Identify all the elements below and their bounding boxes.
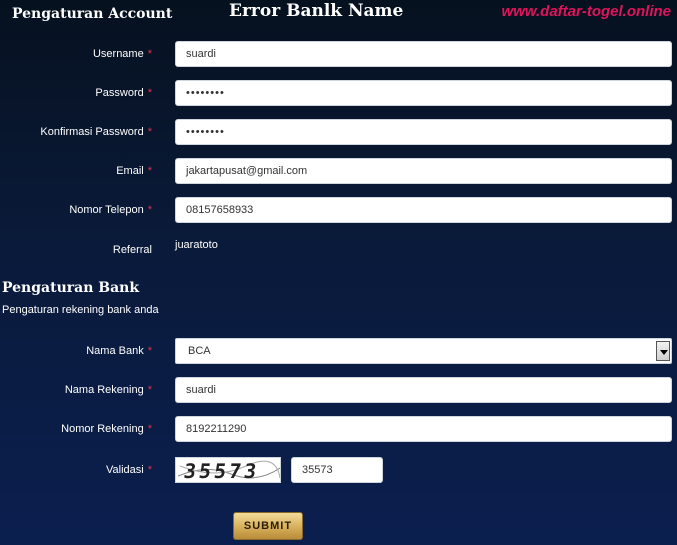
bank-settings-subtitle: Pengaturan rekening bank anda (2, 304, 159, 316)
password-row: Password * •••••••• (0, 80, 677, 108)
username-row: Username * suardi (0, 41, 677, 69)
account-name-label: Nama Rekening * (65, 384, 152, 396)
account-name-label-text: Nama Rekening (64, 384, 144, 396)
confirm-password-input[interactable]: •••••••• (175, 119, 672, 145)
watermark-url: www.daftar-togel.online (501, 3, 671, 20)
referral-label: Referral (112, 244, 152, 256)
password-label-text: Password (95, 87, 144, 99)
account-number-label: Nomor Rekening * (61, 423, 152, 435)
email-label: Email * (116, 165, 152, 177)
confirm-password-label-text: Konfirmasi Password (40, 126, 144, 138)
account-number-row: Nomor Rekening * 8192211290 (0, 416, 677, 444)
bank-name-label-text: Nama Bank (86, 345, 144, 357)
referral-row: Referral juaratoto (0, 237, 677, 265)
email-label-text: Email (116, 165, 144, 177)
email-row: Email * jakartapusat@gmail.com (0, 158, 677, 186)
validation-label-text: Validasi (106, 464, 144, 476)
account-name-input[interactable]: suardi (175, 377, 672, 403)
bank-name-label: Nama Bank * (86, 345, 152, 357)
phone-row: Nomor Telepon * 08157658933 (0, 197, 677, 225)
bank-name-selected: BCA (188, 345, 211, 357)
chevron-down-icon[interactable] (656, 341, 670, 361)
password-label: Password * (95, 87, 152, 99)
email-input[interactable]: jakartapusat@gmail.com (175, 158, 672, 184)
referral-value: juaratoto (175, 239, 218, 251)
captcha-text: 35573 (182, 459, 261, 483)
username-label-text: Username (92, 48, 144, 60)
bank-name-row: Nama Bank * BCA (0, 338, 677, 366)
account-name-row: Nama Rekening * suardi (0, 377, 677, 405)
required-mark: * (147, 384, 152, 396)
confirm-password-label: Konfirmasi Password * (40, 126, 152, 138)
username-label: Username * (93, 48, 152, 60)
phone-input[interactable]: 08157658933 (175, 197, 672, 223)
required-mark: * (147, 423, 152, 435)
captcha-input[interactable]: 35573 (291, 457, 383, 483)
password-input[interactable]: •••••••• (175, 80, 672, 106)
required-mark: * (147, 126, 152, 138)
validation-label: Validasi * (106, 464, 152, 476)
account-settings-title: Pengaturan Account (12, 6, 173, 22)
phone-label: Nomor Telepon * (69, 204, 152, 216)
bank-settings-title: Pengaturan Bank (2, 280, 140, 296)
required-mark: * (147, 204, 152, 216)
required-mark: * (147, 345, 152, 357)
confirm-password-row: Konfirmasi Password * •••••••• (0, 119, 677, 147)
validation-row: Validasi * 35573 35573 (0, 457, 677, 485)
phone-label-text: Nomor Telepon (69, 204, 144, 216)
required-mark: * (147, 48, 152, 60)
required-mark: * (147, 165, 152, 177)
required-mark: * (147, 464, 152, 476)
submit-button[interactable]: SUBMIT (233, 512, 303, 540)
account-number-input[interactable]: 8192211290 (175, 416, 672, 442)
captcha-image: 35573 (175, 457, 281, 483)
account-number-label-text: Nomor Rekening (61, 423, 144, 435)
required-mark: * (147, 87, 152, 99)
username-input[interactable]: suardi (175, 41, 672, 67)
error-title: Error Banlk Name (229, 1, 404, 21)
bank-name-select[interactable]: BCA (175, 338, 672, 364)
